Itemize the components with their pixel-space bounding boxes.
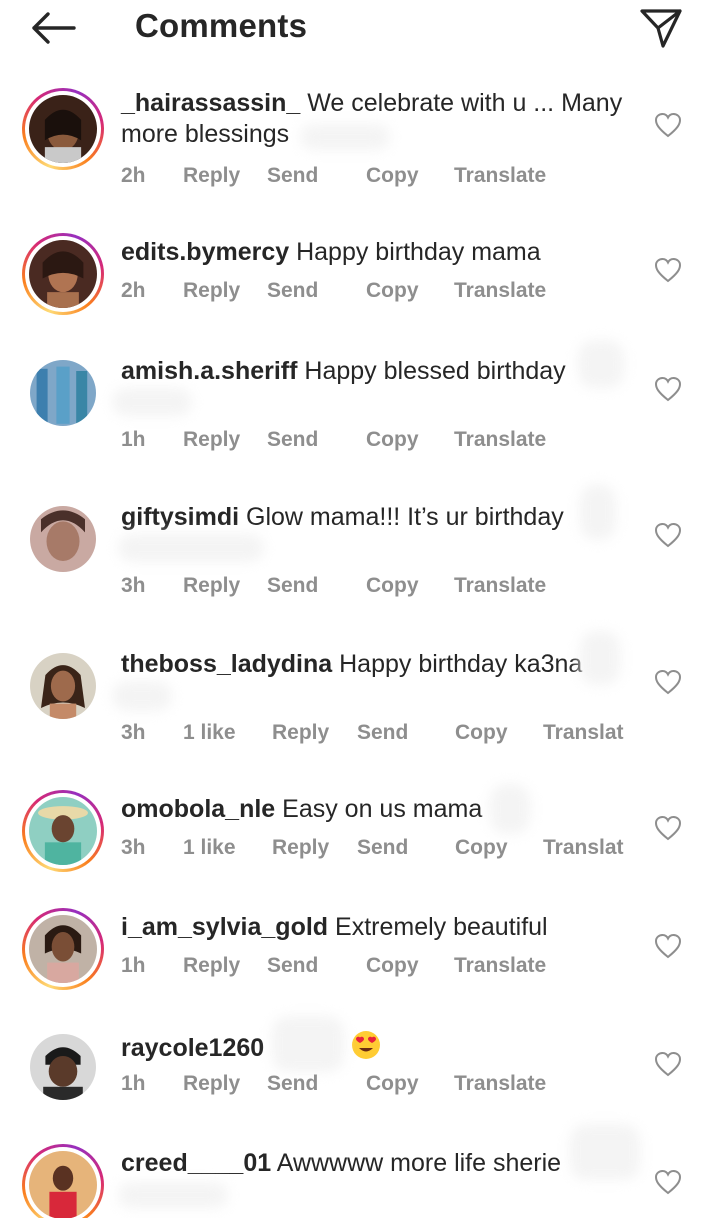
comment-time: 3h [121, 721, 146, 744]
like-heart-icon[interactable] [654, 1169, 682, 1195]
copy-button[interactable]: Copy [366, 279, 419, 303]
like-heart-icon[interactable] [654, 112, 682, 138]
send-action-button[interactable]: Send [267, 164, 318, 188]
send-action-button[interactable]: Send [267, 279, 318, 303]
comment-username[interactable]: creed____01 [121, 1149, 271, 1177]
like-heart-icon[interactable] [654, 1051, 682, 1077]
send-button[interactable] [636, 4, 686, 52]
copy-button[interactable]: Copy [366, 164, 419, 188]
comment-time: 3h [121, 836, 146, 859]
send-action-button[interactable]: Send [267, 574, 318, 598]
copy-button[interactable]: Copy [366, 954, 419, 978]
send-action-button[interactable]: Send [357, 836, 408, 860]
send-action-button[interactable]: Send [267, 1072, 318, 1096]
copy-button[interactable]: Copy [366, 1072, 419, 1096]
translate-button[interactable]: Translate [454, 1072, 546, 1096]
comment-body: Awwwww more life sherie [276, 1149, 562, 1177]
like-heart-icon[interactable] [654, 669, 682, 695]
comment-text: giftysimdi Glow mama!!! It’s ur birthday [121, 502, 631, 533]
reply-button[interactable]: Reply [183, 279, 240, 303]
comment-time: 1h [121, 954, 146, 977]
translate-button[interactable]: Translate [454, 574, 546, 598]
like-heart-icon[interactable] [654, 376, 682, 402]
comment-text: creed____01 Awwwww more life sherie [121, 1148, 631, 1179]
translate-button[interactable]: Translate [454, 164, 546, 188]
translate-button[interactable]: Translat [543, 721, 624, 745]
like-heart-icon[interactable] [654, 933, 682, 959]
comment-username[interactable]: i_am_sylvia_gold [121, 913, 328, 941]
comment-time: 2h [121, 164, 146, 187]
comment-body: Extremely beautiful [335, 913, 548, 941]
copy-button[interactable]: Copy [366, 428, 419, 452]
comment-text: theboss_ladydina Happy birthday ka3na [121, 649, 631, 680]
reply-button[interactable]: Reply [183, 574, 240, 598]
comment-time: 1h [121, 1072, 146, 1095]
avatar[interactable] [22, 790, 104, 872]
translate-button[interactable]: Translate [454, 428, 546, 452]
translate-button[interactable]: Translat [543, 836, 624, 860]
avatar[interactable] [22, 352, 104, 434]
avatar[interactable] [22, 233, 104, 315]
comment-username[interactable]: amish.a.sheriff [121, 357, 297, 385]
comment-username[interactable]: omobola_nle [121, 795, 275, 823]
comment-username[interactable]: edits.bymercy [121, 238, 289, 266]
heart-eyes-emoji [352, 1031, 381, 1059]
send-action-button[interactable]: Send [267, 954, 318, 978]
comment-text: raycole1260 [121, 1030, 631, 1064]
reply-button[interactable]: Reply [272, 836, 329, 860]
like-heart-icon[interactable] [654, 815, 682, 841]
reply-button[interactable]: Reply [183, 1072, 240, 1096]
reply-button[interactable]: Reply [183, 428, 240, 452]
comment-time: 1h [121, 428, 146, 451]
translate-button[interactable]: Translate [454, 279, 546, 303]
copy-button[interactable]: Copy [366, 574, 419, 598]
comment-username[interactable]: theboss_ladydina [121, 650, 332, 678]
copy-button[interactable]: Copy [455, 836, 508, 860]
comment-text: amish.a.sheriff Happy blessed birthday [121, 356, 631, 387]
like-count[interactable]: 1 like [183, 836, 236, 860]
reply-button[interactable]: Reply [183, 164, 240, 188]
translate-button[interactable]: Translate [454, 954, 546, 978]
comment-time: 3h [121, 574, 146, 597]
reply-button[interactable]: Reply [272, 721, 329, 745]
comment-username[interactable]: giftysimdi [121, 503, 239, 531]
reply-button[interactable]: Reply [183, 954, 240, 978]
avatar[interactable] [22, 1026, 104, 1108]
comment-text: edits.bymercy Happy birthday mama [121, 237, 631, 268]
paper-plane-icon [640, 9, 682, 48]
comment-text: i_am_sylvia_gold Extremely beautiful [121, 912, 631, 943]
comment-username[interactable]: raycole1260 [121, 1034, 264, 1062]
page-title: Comments [135, 7, 308, 44]
comment-body: Happy birthday ka3na [339, 650, 583, 678]
copy-button[interactable]: Copy [455, 721, 508, 745]
comment-body: Happy birthday mama [296, 238, 541, 266]
avatar[interactable] [22, 498, 104, 580]
header-bar: Comments [0, 0, 720, 60]
avatar[interactable] [22, 645, 104, 727]
comment-body: Glow mama!!! It’s ur birthday [246, 503, 564, 531]
comment-time: 2h [121, 279, 146, 302]
like-heart-icon[interactable] [654, 522, 682, 548]
comment-body: Easy on us mama [282, 795, 483, 823]
comment-username[interactable]: _hairassassin_ [121, 89, 300, 117]
avatar[interactable] [22, 1144, 104, 1218]
send-action-button[interactable]: Send [267, 428, 318, 452]
comment-body: Happy blessed birthday [304, 357, 566, 385]
avatar[interactable] [22, 88, 104, 170]
send-action-button[interactable]: Send [357, 721, 408, 745]
like-heart-icon[interactable] [654, 257, 682, 283]
comment-text: omobola_nle Easy on us mama [121, 794, 631, 825]
arrow-left-icon [32, 12, 76, 44]
like-count[interactable]: 1 like [183, 721, 236, 745]
back-button[interactable] [28, 6, 78, 50]
avatar[interactable] [22, 908, 104, 990]
